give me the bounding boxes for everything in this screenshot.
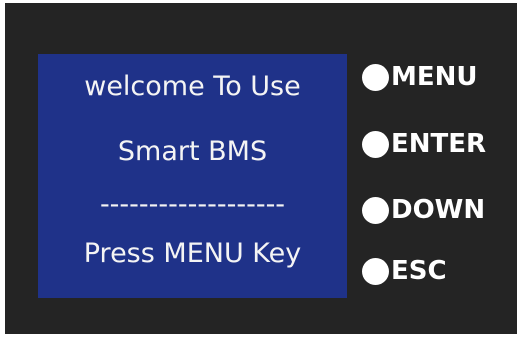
control-panel: welcome To Use Smart BMS ---------------… [5,3,517,334]
lcd-line-divider: ------------------- [99,189,286,220]
lcd-screen: welcome To Use Smart BMS ---------------… [38,54,347,298]
circle-icon [362,257,389,285]
esc-button-label: ESC [391,256,447,286]
device-canvas: welcome To Use Smart BMS ---------------… [0,0,521,337]
menu-button-label: MENU [391,62,478,92]
circle-icon [362,63,389,91]
lcd-line-welcome: welcome To Use [84,71,301,102]
esc-button[interactable]: ESC [362,251,447,291]
enter-button-label: ENTER [391,129,487,159]
menu-button[interactable]: MENU [362,57,478,97]
down-button-label: DOWN [391,195,486,225]
lcd-line-instruction: Press MENU Key [83,238,302,269]
down-button[interactable]: DOWN [362,190,485,230]
lcd-line-product-name: Smart BMS [117,136,268,167]
circle-icon [362,130,389,158]
circle-icon [362,196,389,224]
enter-button[interactable]: ENTER [362,124,486,164]
